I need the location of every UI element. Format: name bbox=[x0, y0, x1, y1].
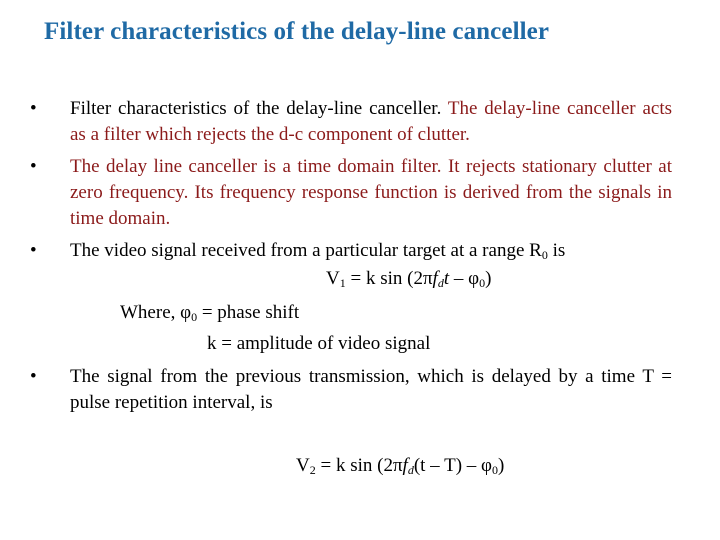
eq-text: = k sin (2π bbox=[315, 455, 403, 476]
bullet-list-2: • The signal from the previous transmiss… bbox=[30, 364, 672, 416]
bullet-text: The video signal received from a particu… bbox=[70, 240, 542, 261]
bullet-item: • The signal from the previous transmiss… bbox=[30, 364, 672, 416]
eq-text: – φ bbox=[449, 268, 480, 289]
where-text: = phase shift bbox=[197, 302, 300, 323]
eq-text: (t – T) – φ bbox=[413, 455, 492, 476]
equation-v1: V1 = k sin (2πfdt – φ0) bbox=[326, 268, 491, 290]
bullet-list: • Filter characteristics of the delay-li… bbox=[30, 96, 672, 264]
bullet-icon: • bbox=[30, 366, 37, 387]
eq-lhs: V bbox=[326, 268, 340, 289]
bullet-item: • The delay line canceller is a time dom… bbox=[30, 154, 672, 232]
eq-text: ) bbox=[498, 455, 505, 476]
eq-text: ) bbox=[485, 268, 492, 289]
k-definition: k = amplitude of video signal bbox=[207, 333, 431, 354]
bullet-item: • Filter characteristics of the delay-li… bbox=[30, 96, 672, 148]
bullet-icon: • bbox=[30, 156, 37, 177]
where-label: Where, φ bbox=[120, 302, 192, 323]
bullet-item: • The video signal received from a parti… bbox=[30, 238, 672, 264]
where-line: Where, φ0 = phase shift bbox=[120, 302, 299, 324]
bullet-icon: • bbox=[30, 240, 37, 261]
bullet-text: is bbox=[547, 240, 566, 261]
bullet-text: Filter characteristics of the delay-line… bbox=[70, 98, 442, 119]
eq-lhs: V bbox=[296, 455, 310, 476]
bullet-text-highlight: The delay line canceller is a time domai… bbox=[70, 156, 672, 229]
eq-text: = k sin (2π bbox=[345, 268, 433, 289]
bullet-text: The signal from the previous transmissio… bbox=[70, 366, 672, 413]
equation-v2: V2 = k sin (2πfd(t – T) – φ0) bbox=[296, 455, 504, 477]
bullet-icon: • bbox=[30, 98, 37, 119]
slide-title: Filter characteristics of the delay-line… bbox=[44, 18, 550, 45]
